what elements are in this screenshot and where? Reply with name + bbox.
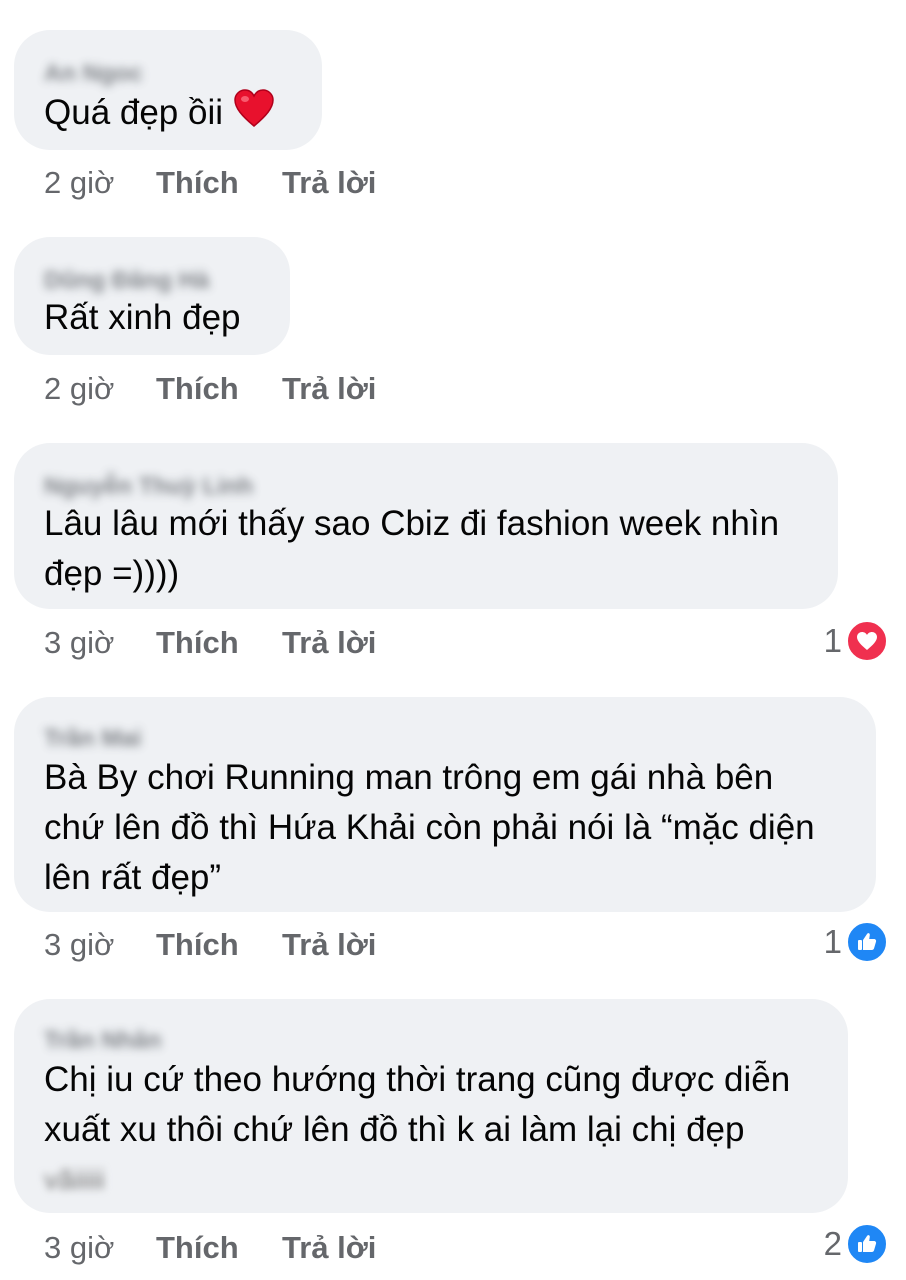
- comment-bubble[interactable]: An Ngoc Quá đẹp ồii: [14, 30, 322, 150]
- comment-time[interactable]: 3 giờ: [44, 1230, 114, 1266]
- comment-text: Bà By chơi Running man trông em gái nhà …: [44, 753, 815, 903]
- comment-text: Chị iu cứ theo hướng thời trang cũng đượ…: [44, 1055, 790, 1205]
- comment-author[interactable]: Trần Nhân: [44, 1027, 161, 1055]
- like-button[interactable]: Thích: [156, 165, 239, 201]
- like-button[interactable]: Thích: [156, 927, 239, 963]
- reply-button[interactable]: Trả lời: [282, 927, 376, 963]
- comment-time[interactable]: 3 giờ: [44, 625, 114, 661]
- reply-button[interactable]: Trả lời: [282, 625, 376, 661]
- comment-text-line: Lâu lâu mới thấy sao Cbiz đi fashion wee…: [44, 504, 780, 543]
- reaction-count: 1: [823, 923, 842, 960]
- comment-author[interactable]: Nguyễn Thuỳ Linh: [44, 473, 253, 501]
- comment-text-line: chứ lên đồ thì Hứa Khải còn phải nói là …: [44, 808, 815, 847]
- reaction-summary[interactable]: 1: [823, 921, 888, 963]
- thumbs-up-icon: [846, 1223, 888, 1265]
- like-button[interactable]: Thích: [156, 1230, 239, 1266]
- comment-time[interactable]: 2 giờ: [44, 371, 114, 407]
- comment-author[interactable]: Trần Mai: [44, 725, 141, 753]
- comment-text-line: Quá đẹp ồii: [44, 93, 224, 132]
- comment-text-line: Chị iu cứ theo hướng thời trang cũng đượ…: [44, 1060, 791, 1099]
- comment-text-line: Bà By chơi Running man trông em gái nhà …: [44, 758, 774, 797]
- reply-button[interactable]: Trả lời: [282, 1230, 376, 1266]
- comment-author[interactable]: An Ngoc: [44, 60, 143, 88]
- comment-text-line: Rất xinh đẹp: [44, 298, 241, 337]
- comment-text: Lâu lâu mới thấy sao Cbiz đi fashion wee…: [44, 499, 779, 599]
- comment-author[interactable]: Dũng Đăng Hà: [44, 267, 209, 295]
- reaction-summary[interactable]: 1: [823, 620, 888, 662]
- comment-text: Quá đẹp ồii: [44, 88, 275, 142]
- like-button[interactable]: Thích: [156, 625, 239, 661]
- comment-text-line: lên rất đẹp”: [44, 858, 222, 897]
- comment-bubble[interactable]: Trần Mai Bà By chơi Running man trông em…: [14, 697, 876, 912]
- thumbs-up-icon: [846, 921, 888, 963]
- comment-text-line: đẹp =)))): [44, 554, 180, 593]
- reaction-summary[interactable]: 2: [823, 1223, 888, 1265]
- comment-text: Rất xinh đẹp: [44, 293, 241, 343]
- comment-bubble[interactable]: Trần Nhân Chị iu cứ theo hướng thời tran…: [14, 999, 848, 1213]
- like-button[interactable]: Thích: [156, 371, 239, 407]
- reply-button[interactable]: Trả lời: [282, 371, 376, 407]
- comment-bubble[interactable]: Nguyễn Thuỳ Linh Lâu lâu mới thấy sao Cb…: [14, 443, 838, 609]
- comment-text-line: xuất xu thôi chứ lên đồ thì k ai làm lại…: [44, 1110, 745, 1149]
- red-heart-icon: [233, 88, 275, 142]
- reaction-count: 2: [823, 1225, 842, 1262]
- comment-text-line: vãiiiii: [44, 1164, 105, 1195]
- comment-time[interactable]: 3 giờ: [44, 927, 114, 963]
- reply-button[interactable]: Trả lời: [282, 165, 376, 201]
- comment-time[interactable]: 2 giờ: [44, 165, 114, 201]
- heart-icon: [846, 620, 888, 662]
- comment-bubble[interactable]: Dũng Đăng Hà Rất xinh đẹp: [14, 237, 290, 355]
- reaction-count: 1: [823, 622, 842, 659]
